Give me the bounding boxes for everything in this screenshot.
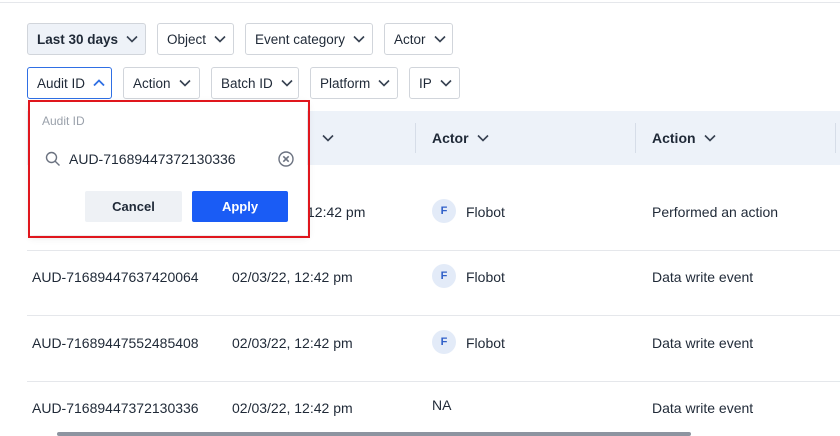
cell-action: Performed an action: [652, 204, 779, 220]
chevron-down-icon: [126, 35, 138, 43]
batch-id-filter-label: Batch ID: [221, 75, 273, 91]
column-divider: [635, 123, 636, 153]
top-divider: [0, 0, 840, 3]
chevron-down-icon: [703, 134, 716, 142]
column-header-action-label: Action: [652, 130, 696, 146]
event-category-filter-label: Event category: [255, 31, 346, 47]
cell-action: Data write event: [652, 269, 754, 285]
table-row[interactable]: AUD-71689447372130336 02/03/22, 12:42 pm…: [27, 382, 840, 436]
chevron-down-icon: [281, 79, 293, 87]
column-header-actor-label: Actor: [432, 130, 469, 146]
filter-row-primary: Last 30 days Object Event category Actor: [27, 23, 453, 55]
cell-audit-id: AUD-71689447552485408: [32, 335, 199, 351]
cell-actor: Flobot: [466, 204, 505, 220]
audit-id-filter[interactable]: Audit ID: [27, 67, 112, 99]
chevron-down-icon: [178, 79, 191, 87]
cell-action: Data write event: [652, 335, 754, 351]
cell-timestamp: 02/03/22, 12:42 pm: [232, 335, 353, 351]
platform-filter-label: Platform: [320, 75, 371, 91]
ip-filter[interactable]: IP: [409, 67, 460, 99]
horizontal-scrollbar[interactable]: [57, 432, 691, 436]
avatar: F: [432, 264, 456, 288]
avatar: F: [432, 199, 456, 223]
search-icon: [45, 151, 61, 167]
audit-id-search-input[interactable]: AUD-71689447372130336: [42, 146, 294, 172]
chevron-down-icon: [322, 134, 334, 142]
apply-button[interactable]: Apply: [192, 191, 288, 222]
cell-actor: Flobot: [466, 269, 505, 285]
table-row[interactable]: AUD-71689447637420064 02/03/22, 12:42 pm…: [27, 251, 840, 316]
column-divider: [835, 123, 836, 153]
chevron-down-icon: [353, 35, 365, 43]
column-header-action[interactable]: Action: [652, 111, 716, 165]
table-row[interactable]: AUD-71689447552485408 02/03/22, 12:42 pm…: [27, 317, 840, 382]
cell-timestamp: 02/03/22, 12:42 pm: [232, 400, 353, 416]
audit-id-filter-label: Audit ID: [37, 75, 86, 91]
cell-action: Data write event: [652, 400, 754, 416]
ip-filter-label: IP: [419, 75, 432, 91]
event-category-filter[interactable]: Event category: [245, 23, 373, 55]
column-header-actor[interactable]: Actor: [432, 111, 489, 165]
actor-filter[interactable]: Actor: [384, 23, 453, 55]
action-filter[interactable]: Action: [123, 67, 200, 99]
cell-timestamp: 02/03/22, 12:42 pm: [232, 269, 353, 285]
cancel-button[interactable]: Cancel: [85, 191, 182, 222]
filter-row-secondary: Audit ID Action Batch ID Platform IP: [27, 67, 460, 99]
actor-filter-label: Actor: [394, 31, 426, 47]
date-range-filter[interactable]: Last 30 days: [27, 23, 146, 55]
date-range-filter-label: Last 30 days: [37, 31, 119, 47]
cell-audit-id: AUD-71689447372130336: [32, 400, 199, 416]
chevron-down-icon: [214, 35, 226, 43]
chevron-down-icon: [476, 134, 489, 142]
object-filter[interactable]: Object: [157, 23, 234, 55]
chevron-down-icon: [378, 79, 390, 87]
popover-label: Audit ID: [42, 114, 85, 128]
column-divider: [415, 123, 416, 153]
clear-icon[interactable]: [278, 151, 294, 167]
action-filter-label: Action: [133, 75, 171, 91]
chevron-down-icon: [440, 79, 452, 87]
audit-id-search-value: AUD-71689447372130336: [69, 151, 236, 167]
avatar: F: [432, 330, 456, 354]
chevron-down-icon: [433, 35, 446, 43]
cell-timestamp: 12:42 pm: [307, 204, 366, 220]
cell-actor: Flobot: [466, 335, 505, 351]
chevron-up-icon: [93, 79, 105, 87]
object-filter-label: Object: [167, 31, 207, 47]
cell-audit-id: AUD-71689447637420064: [32, 269, 199, 285]
batch-id-filter[interactable]: Batch ID: [211, 67, 299, 99]
cell-actor: NA: [432, 397, 452, 413]
audit-id-popover: Audit ID AUD-71689447372130336 Cancel Ap…: [30, 102, 307, 235]
platform-filter[interactable]: Platform: [310, 67, 398, 99]
column-header-time[interactable]: [314, 111, 334, 165]
